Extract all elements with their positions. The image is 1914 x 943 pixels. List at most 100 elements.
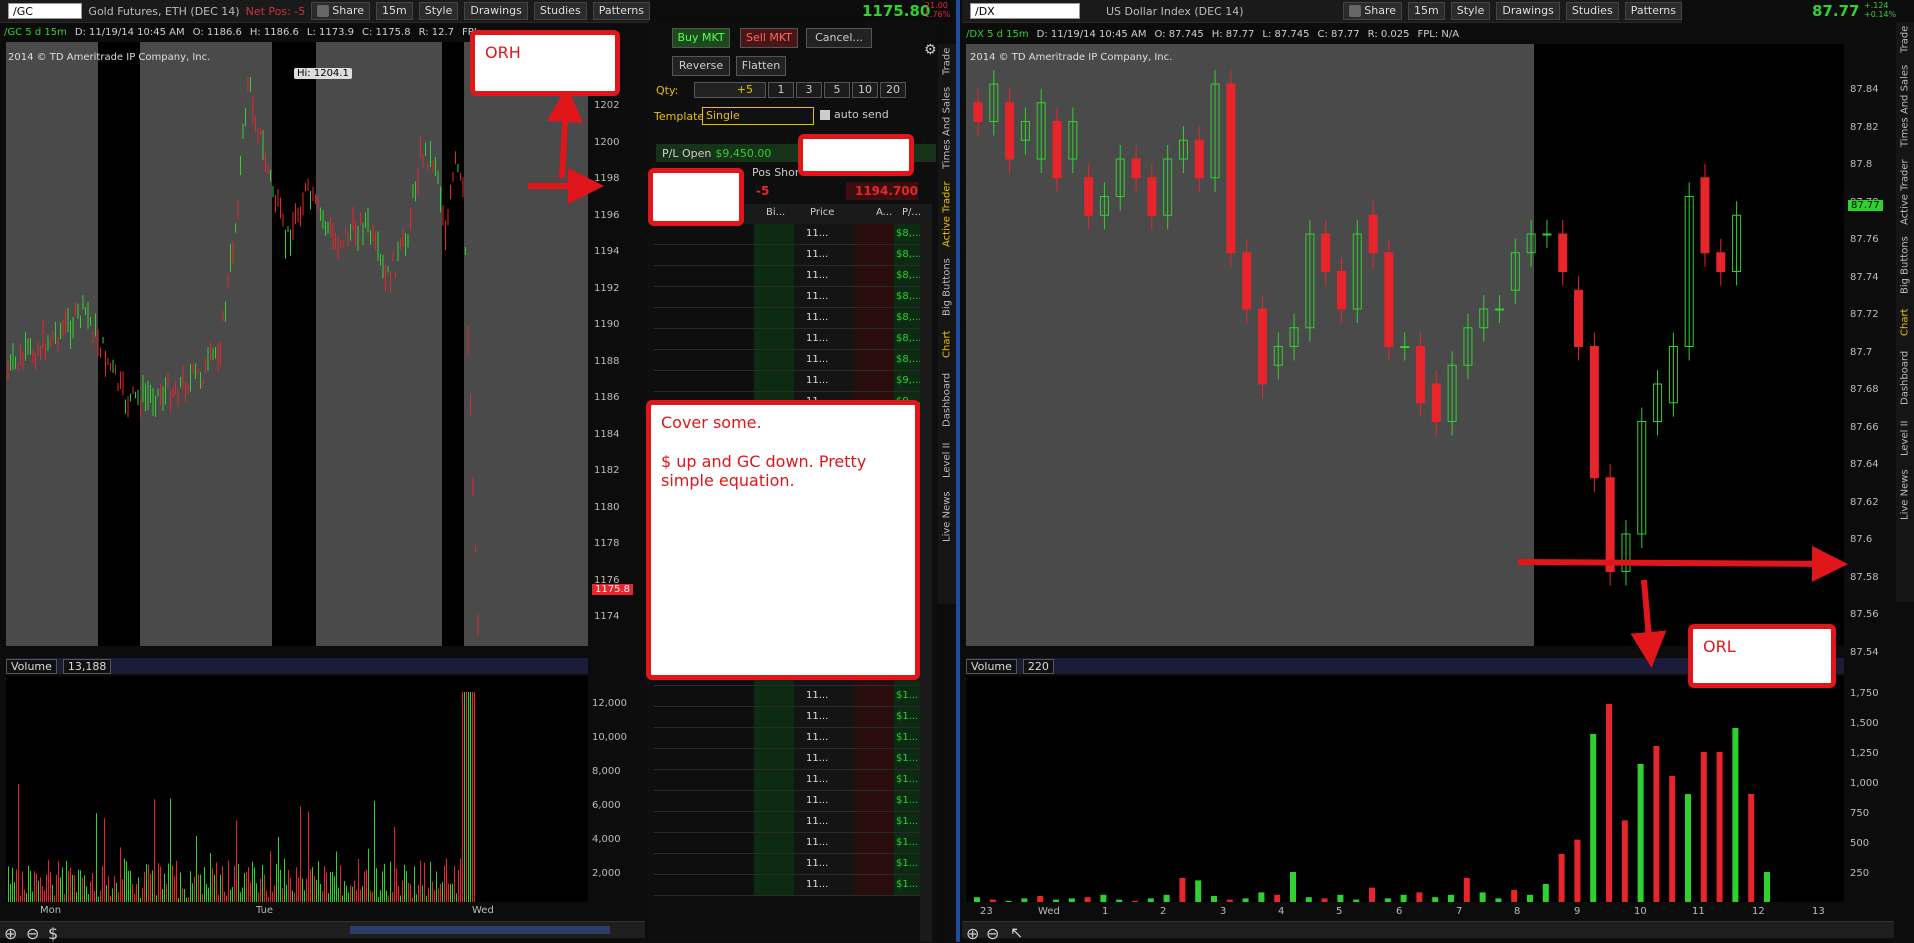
ladder-price[interactable]: 11... (806, 770, 854, 790)
side-tab-chart[interactable]: Chart (1896, 302, 1914, 342)
qty-input[interactable]: +5 (694, 82, 766, 98)
ladder-row[interactable]: 11... $9,... (654, 371, 920, 392)
qty-preset-button[interactable]: 20 (880, 82, 906, 98)
zoom-in-icon[interactable]: ⊕ (966, 924, 979, 943)
gc-symbol-input[interactable]: /GC (8, 3, 83, 19)
gc-patterns-button[interactable]: Patterns (592, 2, 650, 20)
ladder-price[interactable]: 11... (806, 686, 854, 706)
zoom-out-icon[interactable]: ⊖ (26, 924, 39, 943)
gc-drawings-button[interactable]: Drawings (464, 2, 528, 20)
ladder-row[interactable]: 11... $1... (654, 812, 920, 833)
side-tab-level-ii[interactable]: Level II (938, 436, 956, 484)
ladder-row[interactable]: 11... $1... (654, 833, 920, 854)
ladder-row[interactable]: 11... $1... (654, 728, 920, 749)
dx-volume-bar (1037, 896, 1044, 902)
template-select[interactable]: Single (702, 107, 814, 125)
ladder-price[interactable]: 11... (806, 833, 854, 853)
side-tab-big-buttons[interactable]: Big Buttons (938, 254, 956, 320)
ladder-row[interactable]: 11... $1... (654, 875, 920, 896)
ladder-row[interactable]: 11... $8,... (654, 308, 920, 329)
ladder-price[interactable]: 11... (806, 749, 854, 769)
auto-send-checkbox[interactable] (820, 110, 830, 120)
reverse-button[interactable]: Reverse (672, 56, 730, 76)
dollar-icon[interactable]: $ (48, 924, 58, 943)
ladder-column-header[interactable]: Bi... (766, 207, 785, 218)
side-tab-times-and-sales[interactable]: Times And Sales (938, 82, 956, 174)
ladder-price[interactable]: 11... (806, 371, 854, 391)
ladder-price[interactable]: 11... (806, 707, 854, 727)
ladder-price[interactable]: 11... (806, 791, 854, 811)
ladder-price[interactable]: 11... (806, 266, 854, 286)
side-tab-dashboard[interactable]: Dashboard (1896, 346, 1914, 410)
dx-studies-button[interactable]: Studies (1565, 2, 1619, 20)
ladder-column-header[interactable]: A... (876, 207, 892, 218)
gc-volume-chart[interactable] (6, 676, 588, 902)
gear-icon[interactable]: ⚙ (924, 42, 937, 58)
ladder-price[interactable]: 11... (806, 308, 854, 328)
ladder-row[interactable]: 11... $1... (654, 686, 920, 707)
dx-price-chart[interactable]: 2014 © TD Ameritrade IP Company, Inc. (966, 44, 1844, 646)
ladder-price[interactable]: 11... (806, 245, 854, 265)
dx-drawings-button[interactable]: Drawings (1496, 2, 1560, 20)
ladder-row[interactable]: 11... $8,... (654, 329, 920, 350)
qty-preset-button[interactable]: 1 (768, 82, 794, 98)
ladder-row[interactable]: 11... $8,... (654, 224, 920, 245)
ladder-price[interactable]: 11... (806, 854, 854, 874)
side-tab-active-trader[interactable]: Active Trader (938, 178, 956, 250)
qty-preset-button[interactable]: 5 (824, 82, 850, 98)
ladder-row[interactable]: 11... $8,... (654, 245, 920, 266)
ladder-price[interactable]: 11... (806, 875, 854, 895)
side-tab-trade[interactable]: Trade (938, 44, 956, 78)
ladder-row[interactable]: 11... $8,... (654, 266, 920, 287)
zoom-out-icon[interactable]: ⊖ (986, 924, 999, 943)
gc-interval-button[interactable]: 15m (376, 2, 413, 20)
ladder-price[interactable]: 11... (806, 728, 854, 748)
side-tab-trade[interactable]: Trade (1896, 22, 1914, 56)
side-tab-dashboard[interactable]: Dashboard (938, 368, 956, 432)
gc-scrollbar[interactable] (350, 926, 610, 934)
sell-mkt-button[interactable]: Sell MKT (740, 28, 798, 48)
ladder-row[interactable]: 11... $8,... (654, 287, 920, 308)
flatten-button[interactable]: Flatten (736, 56, 786, 76)
side-tab-active-trader[interactable]: Active Trader (1896, 156, 1914, 228)
ladder-price[interactable]: 11... (806, 224, 854, 244)
qty-preset-button[interactable]: 10 (852, 82, 878, 98)
cursor-icon[interactable]: ↖ (1010, 923, 1023, 942)
dx-volume-chart[interactable] (966, 676, 1844, 902)
dx-patterns-button[interactable]: Patterns (1624, 2, 1682, 20)
pane-divider[interactable] (956, 0, 960, 942)
gc-price-chart[interactable]: 2014 © TD Ameritrade IP Company, Inc. Hi… (6, 42, 588, 646)
dx-candle-body (1495, 308, 1505, 311)
side-tab-live-news[interactable]: Live News (1896, 466, 1914, 524)
ladder-price[interactable]: 11... (806, 329, 854, 349)
ladder-price[interactable]: 11... (806, 287, 854, 307)
gc-studies-button[interactable]: Studies (533, 2, 587, 20)
side-tab-big-buttons[interactable]: Big Buttons (1896, 232, 1914, 298)
side-tab-level-ii[interactable]: Level II (1896, 414, 1914, 462)
gc-volume-bar (220, 874, 221, 902)
ladder-row[interactable]: 11... $1... (654, 707, 920, 728)
ladder-row[interactable]: 11... $1... (654, 854, 920, 875)
zoom-in-icon[interactable]: ⊕ (4, 924, 17, 943)
dx-share-button[interactable]: Share (1343, 2, 1403, 20)
buy-mkt-button[interactable]: Buy MKT (672, 28, 730, 48)
qty-preset-button[interactable]: 3 (796, 82, 822, 98)
dx-interval-button[interactable]: 15m (1408, 2, 1445, 20)
side-tab-chart[interactable]: Chart (938, 324, 956, 364)
ladder-column-header[interactable]: Price (810, 207, 834, 218)
side-tab-times-and-sales[interactable]: Times And Sales (1896, 60, 1914, 152)
gc-share-button[interactable]: Share (311, 2, 371, 20)
dx-style-button[interactable]: Style (1450, 2, 1491, 20)
ladder-row[interactable]: 11... $1... (654, 749, 920, 770)
ladder-column-header[interactable]: P/... (902, 207, 921, 218)
cancel-button[interactable]: Cancel... (806, 28, 872, 48)
dx-symbol-input[interactable]: /DX (970, 3, 1080, 19)
ladder-row[interactable]: 11... $1... (654, 770, 920, 791)
ladder-row[interactable]: 11... $1... (654, 791, 920, 812)
ladder-scrollbar[interactable] (920, 204, 932, 942)
side-tab-live-news[interactable]: Live News (938, 488, 956, 546)
gc-style-button[interactable]: Style (418, 2, 459, 20)
ladder-price[interactable]: 11... (806, 350, 854, 370)
ladder-price[interactable]: 11... (806, 812, 854, 832)
ladder-row[interactable]: 11... $8,... (654, 350, 920, 371)
